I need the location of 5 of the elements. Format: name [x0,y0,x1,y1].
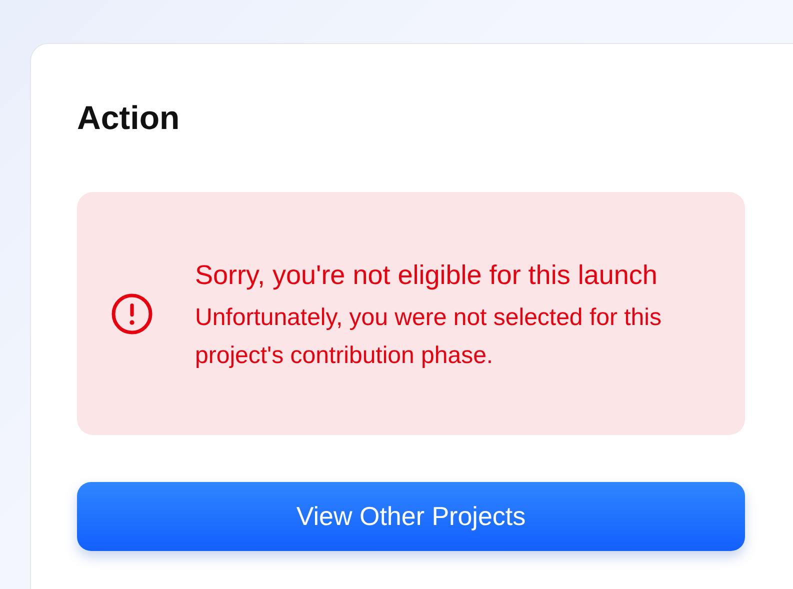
exclamation-icon [111,292,153,334]
card-title: Action [77,98,181,138]
view-projects-button[interactable]: View Other Projects [77,482,745,551]
alert-title: Sorry, you're not eligible for this launch [195,259,658,292]
alert-message: Unfortunately, you were not selected for this project's contribution phase. [195,303,662,371]
